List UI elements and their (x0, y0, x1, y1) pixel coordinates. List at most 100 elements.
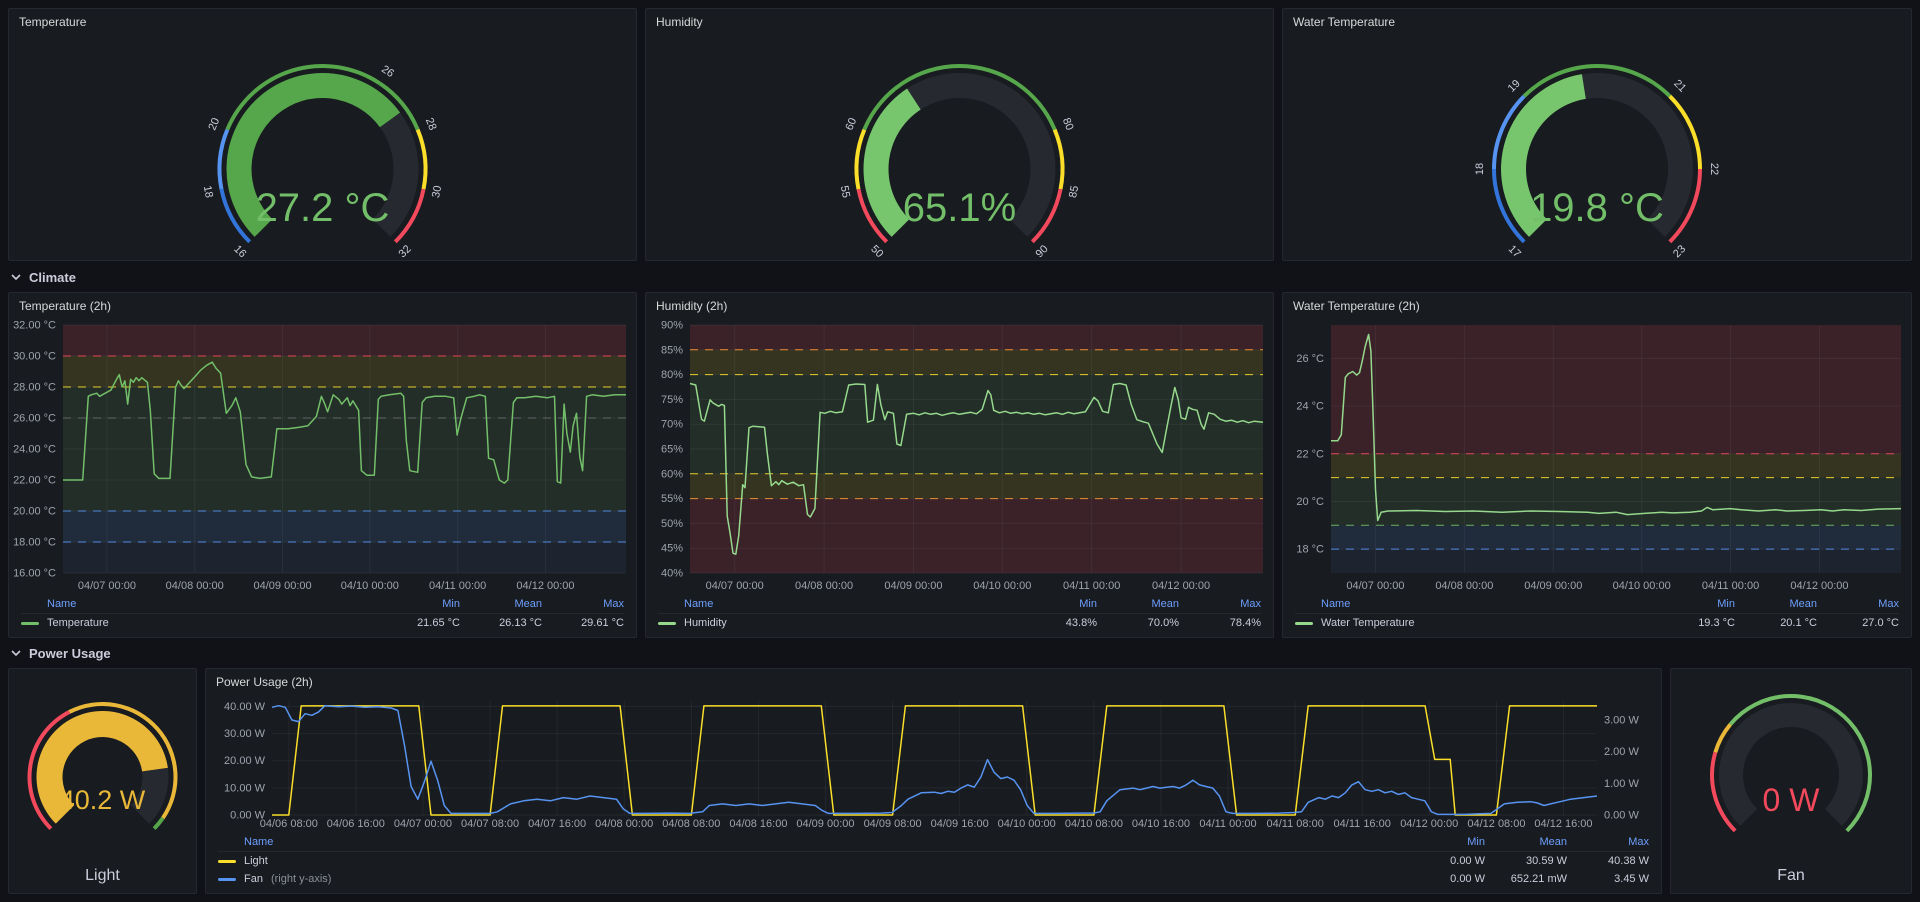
panel-title[interactable]: Water Temperature (2h) (1283, 293, 1911, 319)
panel-temperature-ts: Temperature (2h) 16.00 °C18.00 °C20.00 °… (8, 292, 637, 638)
legend-col-min[interactable]: Min (1015, 598, 1097, 610)
svg-text:04/07 00:00: 04/07 00:00 (1346, 580, 1404, 592)
svg-text:26: 26 (379, 63, 396, 80)
legend-col-min[interactable]: Min (1403, 836, 1485, 848)
legend-col-min[interactable]: Min (1653, 598, 1735, 610)
legend-value: 70.0% (1097, 617, 1179, 629)
svg-text:27.2 °C: 27.2 °C (256, 186, 390, 230)
series-color-swatch (218, 878, 236, 881)
legend-col-name[interactable]: Name (1295, 598, 1653, 610)
svg-text:60%: 60% (661, 468, 683, 480)
legend-header: NameMinMeanMax (658, 595, 1261, 614)
legend-value: 0.00 W (1403, 873, 1485, 885)
legend-value: 40.38 W (1567, 855, 1649, 867)
svg-text:04/10 08:00: 04/10 08:00 (1065, 818, 1123, 830)
svg-text:90%: 90% (661, 320, 683, 332)
legend-col-min[interactable]: Min (378, 598, 460, 610)
series-name[interactable]: Fan (244, 873, 263, 885)
legend-value: 3.45 W (1567, 873, 1649, 885)
svg-text:65.1%: 65.1% (903, 186, 1016, 230)
svg-text:04/08 16:00: 04/08 16:00 (729, 818, 787, 830)
panel-title[interactable]: Temperature (9, 9, 636, 35)
svg-text:85: 85 (1067, 185, 1081, 199)
svg-text:04/12 00:00: 04/12 00:00 (516, 580, 574, 592)
series-color-swatch (658, 622, 676, 625)
series-name[interactable]: Temperature (47, 617, 109, 629)
svg-text:60: 60 (843, 116, 859, 132)
svg-text:18 °C: 18 °C (1296, 544, 1324, 556)
legend-col-max[interactable]: Max (1179, 598, 1261, 610)
legend-col-mean[interactable]: Mean (1485, 836, 1567, 848)
legend-col-name[interactable]: Name (218, 836, 1403, 848)
legend-value: 43.8% (1015, 617, 1097, 629)
svg-text:04/09 00:00: 04/09 00:00 (796, 818, 854, 830)
svg-text:04/08 00:00: 04/08 00:00 (795, 580, 853, 592)
section-label: Climate (29, 270, 76, 285)
svg-text:0.00 W: 0.00 W (1604, 810, 1639, 822)
svg-text:04/11 00:00: 04/11 00:00 (1199, 818, 1256, 830)
svg-text:24 °C: 24 °C (1296, 401, 1324, 413)
legend-col-max[interactable]: Max (1817, 598, 1899, 610)
svg-text:45%: 45% (661, 543, 683, 555)
legend-col-max[interactable]: Max (542, 598, 624, 610)
svg-text:04/06 08:00: 04/06 08:00 (260, 818, 318, 830)
svg-text:3.00 W: 3.00 W (1604, 715, 1639, 727)
legend-col-max[interactable]: Max (1567, 836, 1649, 848)
legend-col-name[interactable]: Name (658, 598, 1015, 610)
svg-text:04/11 00:00: 04/11 00:00 (1063, 580, 1120, 592)
svg-text:32: 32 (397, 243, 414, 260)
svg-text:04/09 00:00: 04/09 00:00 (1524, 580, 1582, 592)
svg-text:80: 80 (1060, 116, 1076, 132)
svg-text:04/11 08:00: 04/11 08:00 (1267, 818, 1324, 830)
panel-humidity-gauge: Humidity 50556080859065.1% (645, 8, 1274, 261)
svg-text:04/12 00:00: 04/12 00:00 (1152, 580, 1210, 592)
svg-text:04/12 00:00: 04/12 00:00 (1790, 580, 1848, 592)
panel-title[interactable]: Power Usage (2h) (206, 669, 1661, 695)
panel-water-ts: Water Temperature (2h) 18 °C20 °C22 °C24… (1282, 292, 1912, 638)
svg-text:04/11 16:00: 04/11 16:00 (1334, 818, 1391, 830)
section-power-usage[interactable]: Power Usage (10, 642, 111, 664)
panel-title[interactable]: Humidity (2h) (646, 293, 1273, 319)
svg-text:28: 28 (423, 116, 439, 132)
svg-text:55: 55 (838, 185, 852, 199)
panel-title[interactable]: Water Temperature (1283, 9, 1911, 35)
svg-text:70%: 70% (661, 419, 683, 431)
svg-text:20.00 W: 20.00 W (224, 755, 266, 767)
legend-col-mean[interactable]: Mean (460, 598, 542, 610)
series-name[interactable]: Humidity (684, 617, 727, 629)
svg-text:28.00 °C: 28.00 °C (13, 382, 56, 394)
svg-text:04/10 00:00: 04/10 00:00 (998, 818, 1056, 830)
svg-text:04/07 08:00: 04/07 08:00 (461, 818, 519, 830)
svg-text:04/10 00:00: 04/10 00:00 (973, 580, 1031, 592)
section-climate[interactable]: Climate (10, 266, 76, 288)
series-name[interactable]: Light (244, 855, 268, 867)
fan-gauge: 0 W (1671, 669, 1911, 859)
legend-value: 26.13 °C (460, 617, 542, 629)
panel-title[interactable]: Humidity (646, 9, 1273, 35)
legend-value: 652.21 mW (1485, 873, 1567, 885)
svg-text:04/07 00:00: 04/07 00:00 (394, 818, 452, 830)
legend-col-mean[interactable]: Mean (1097, 598, 1179, 610)
chevron-down-icon (10, 647, 22, 659)
svg-text:80%: 80% (661, 369, 683, 381)
legend-col-name[interactable]: Name (21, 598, 378, 610)
svg-text:04/12 00:00: 04/12 00:00 (1400, 818, 1458, 830)
legend-header: NameMinMeanMax (1295, 595, 1899, 614)
panel-title[interactable]: Temperature (2h) (9, 293, 636, 319)
legend-col-mean[interactable]: Mean (1735, 598, 1817, 610)
svg-text:17: 17 (1506, 243, 1523, 260)
svg-text:04/09 16:00: 04/09 16:00 (931, 818, 989, 830)
svg-text:19.8 °C: 19.8 °C (1530, 186, 1664, 230)
series-color-swatch (1295, 622, 1313, 625)
legend-value: 30.59 W (1485, 855, 1567, 867)
light-gauge: 40.2 W (9, 669, 196, 859)
series-name[interactable]: Water Temperature (1321, 617, 1415, 629)
svg-text:04/07 00:00: 04/07 00:00 (706, 580, 764, 592)
svg-text:04/09 08:00: 04/09 08:00 (864, 818, 922, 830)
water-temperature-chart: 18 °C20 °C22 °C24 °C26 °C04/07 00:0004/0… (1283, 319, 1911, 593)
svg-text:40.00 W: 40.00 W (224, 701, 266, 713)
legend-row: Temperature21.65 °C26.13 °C29.61 °C (21, 614, 624, 632)
svg-text:04/12 08:00: 04/12 08:00 (1467, 818, 1525, 830)
svg-text:90: 90 (1034, 243, 1051, 260)
legend-value: 21.65 °C (378, 617, 460, 629)
